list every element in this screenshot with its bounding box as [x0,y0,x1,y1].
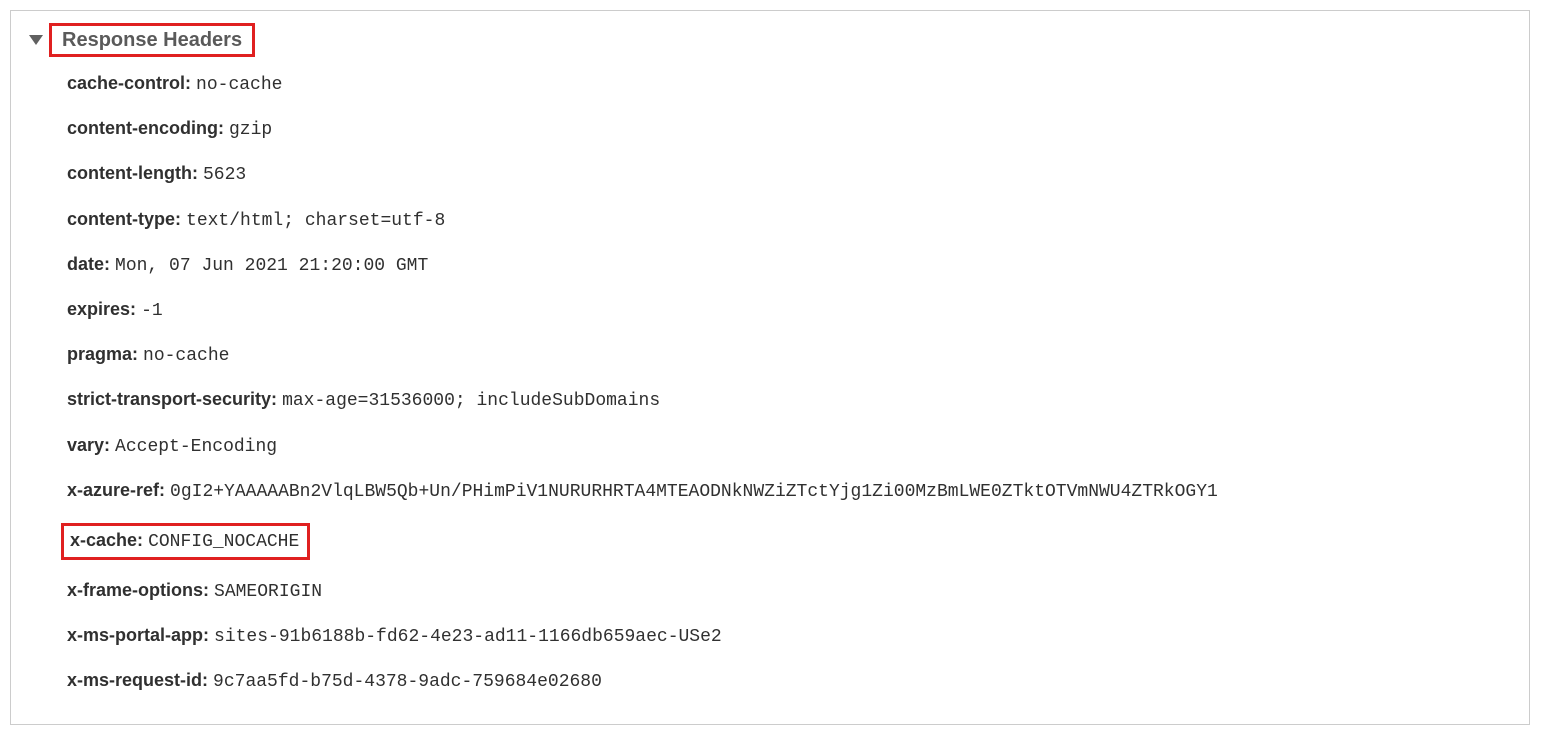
header-row-x-frame-options: x-frame-options: SAMEORIGIN [67,578,1511,605]
header-row-strict-transport-security: strict-transport-security: max-age=31536… [67,387,1511,414]
header-value: 5623 [203,165,246,185]
header-row-content-type: content-type: text/html; charset=utf-8 [67,207,1511,234]
response-headers-panel: Response Headers cache-control: no-cache… [10,10,1530,725]
header-value: max-age=31536000; includeSubDomains [282,391,660,411]
header-value: SAMEORIGIN [214,582,322,602]
header-name: x-ms-portal-app: [67,625,209,645]
header-value: text/html; charset=utf-8 [186,211,445,231]
header-row-x-cache: x-cache: CONFIG_NOCACHE [67,523,1511,560]
header-value: no-cache [143,346,229,366]
header-row-x-azure-ref: x-azure-ref: 0gI2+YAAAAABn2VlqLBW5Qb+Un/… [67,478,1511,505]
header-name: content-type: [67,209,181,229]
section-title: Response Headers [58,27,246,53]
header-name: strict-transport-security: [67,389,277,409]
header-row-expires: expires: -1 [67,297,1511,324]
header-value: CONFIG_NOCACHE [148,532,299,552]
header-name: x-azure-ref: [67,480,165,500]
header-name: x-frame-options: [67,580,209,600]
section-title-highlight: Response Headers [49,23,255,57]
header-value: 9c7aa5fd-b75d-4378-9adc-759684e02680 [213,672,602,692]
header-name: content-encoding: [67,118,224,138]
headers-list: cache-control: no-cache content-encoding… [29,71,1511,696]
section-title-row[interactable]: Response Headers [29,23,1511,57]
header-row-vary: vary: Accept-Encoding [67,433,1511,460]
header-row-date: date: Mon, 07 Jun 2021 21:20:00 GMT [67,252,1511,279]
header-name: pragma: [67,344,138,364]
header-name: vary: [67,435,110,455]
header-name: x-cache: [70,530,143,550]
header-value: Accept-Encoding [115,437,277,457]
header-value: 0gI2+YAAAAABn2VlqLBW5Qb+Un/PHimPiV1NURUR… [170,482,1218,502]
header-value: Mon, 07 Jun 2021 21:20:00 GMT [115,256,428,276]
collapse-triangle-icon[interactable] [29,35,43,45]
header-value: gzip [229,120,272,140]
x-cache-highlight: x-cache: CONFIG_NOCACHE [61,523,310,560]
header-name: x-ms-request-id: [67,670,208,690]
header-value: sites-91b6188b-fd62-4e23-ad11-1166db659a… [214,627,722,647]
header-value: no-cache [196,75,282,95]
header-row-x-ms-request-id: x-ms-request-id: 9c7aa5fd-b75d-4378-9adc… [67,668,1511,695]
header-row-x-ms-portal-app: x-ms-portal-app: sites-91b6188b-fd62-4e2… [67,623,1511,650]
header-name: content-length: [67,163,198,183]
header-name: expires: [67,299,136,319]
header-row-cache-control: cache-control: no-cache [67,71,1511,98]
header-name: date: [67,254,110,274]
header-row-content-encoding: content-encoding: gzip [67,116,1511,143]
header-name: cache-control: [67,73,191,93]
header-value: -1 [141,301,163,321]
header-row-content-length: content-length: 5623 [67,161,1511,188]
header-row-pragma: pragma: no-cache [67,342,1511,369]
